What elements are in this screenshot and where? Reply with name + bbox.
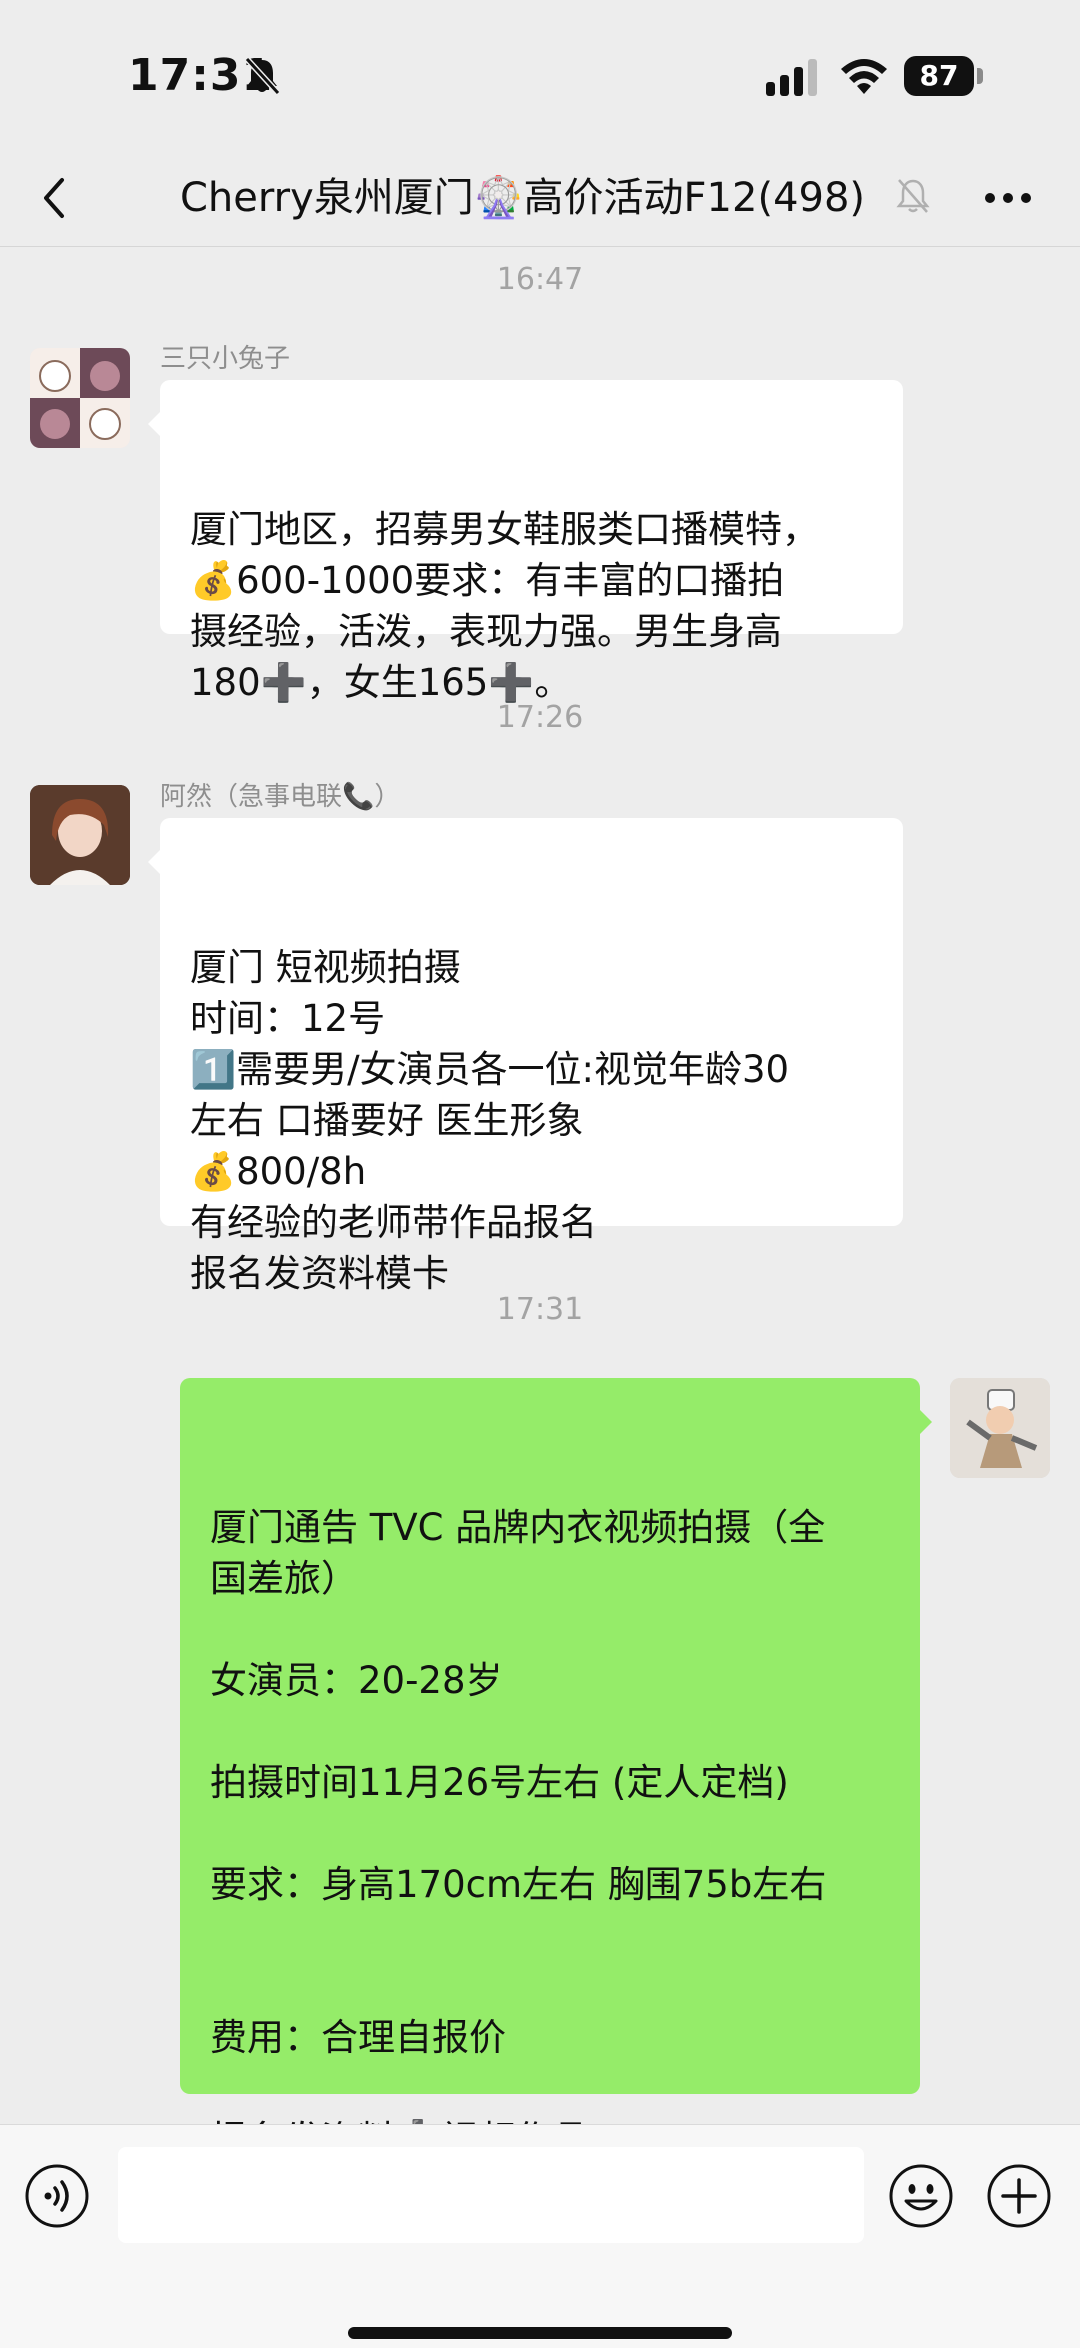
message-line: 时间：12号 (190, 997, 386, 1040)
message-bubble[interactable]: 厦门地区，招募男女鞋服类口播模特， 💰600-1000要求：有丰富的口播拍 摄经验，… (148, 380, 903, 704)
message-line: 厦门 短视频拍摄 (190, 946, 461, 989)
wifi-icon (841, 59, 887, 94)
message-line: 拍摄时间11月26号左右 (定人定档) (210, 1761, 789, 1804)
plus-icon[interactable] (986, 2163, 1052, 2229)
message-line: 厦门地区，招募男女鞋服类口播模特， (190, 508, 819, 551)
battery-tip (977, 68, 983, 84)
message-line: 💰600-1000要求：有丰富的口播拍 (190, 559, 785, 602)
timestamp: 17:26 (496, 700, 584, 735)
timestamp: 17:31 (496, 1292, 584, 1327)
mute-icon (896, 179, 930, 213)
status-bar: 17:31 87 (0, 0, 1080, 150)
message-input[interactable] (118, 2147, 864, 2243)
message-line (210, 2063, 890, 2114)
sender-name: 阿然（急事电联📞） (160, 782, 401, 812)
message-line: 1️⃣需要男/女演员各一位:视觉年龄30 (190, 1048, 790, 1091)
message-line: 有经验的老师带作品报名 (190, 1201, 597, 1244)
cartoon-avatar-icon (950, 1378, 1050, 1478)
avatar-self[interactable] (950, 1378, 1050, 1478)
message-line (210, 1808, 890, 1859)
avatar[interactable] (30, 785, 130, 885)
input-bar (0, 2124, 1080, 2348)
message-line: 国差旅） (210, 1557, 358, 1600)
message-line: 摄经验，活泼，表现力强。男生身高 (190, 610, 782, 653)
message-bubble[interactable]: 厦门 短视频拍摄 时间：12号 1️⃣需要男/女演员各一位:视觉年龄30 左右 口播要… (148, 818, 903, 1295)
battery-indicator: 87 (904, 56, 984, 96)
chat-title[interactable]: Cherry泉州厦门🎡高价活动F12(498) (180, 170, 940, 226)
emoji-icon[interactable] (888, 2163, 954, 2229)
message-line (210, 1604, 890, 1655)
voice-icon[interactable] (24, 2163, 90, 2229)
message-line: 要求：身高170cm左右 胸围75b左右 (210, 1863, 827, 1906)
message-line: 厦门通告 TVC 品牌内衣视频拍摄（全 (210, 1506, 826, 1549)
portrait-avatar-icon (30, 785, 130, 885)
message-line: 左右 口播要好 医生形象 (190, 1099, 584, 1142)
chat-header: Cherry泉州厦门🎡高价活动F12(498) (0, 150, 1080, 247)
message-line (210, 1961, 890, 2012)
message-line (210, 1706, 890, 1757)
message-line: 费用：合理自报价 (210, 2016, 506, 2059)
battery-level: 87 (904, 56, 974, 96)
bunny-avatar-icon (30, 348, 130, 448)
message-line: 女演员：20-28岁 (210, 1659, 503, 1702)
message-line (210, 1910, 890, 1961)
bell-off-icon (244, 56, 280, 96)
more-icon[interactable] (982, 180, 1034, 216)
timestamp: 16:47 (496, 262, 584, 297)
message-bubble-self[interactable]: 厦门通告 TVC 品牌内衣视频拍摄（全 国差旅） 女演员：20-28岁拍摄时间11月… (180, 1378, 932, 2161)
home-indicator (348, 2327, 732, 2339)
back-icon[interactable] (36, 170, 72, 226)
avatar[interactable] (30, 348, 130, 448)
signal-icon (766, 59, 817, 96)
message-line: 💰800/8h (190, 1150, 367, 1193)
sender-name: 三只小兔子 (160, 344, 291, 374)
